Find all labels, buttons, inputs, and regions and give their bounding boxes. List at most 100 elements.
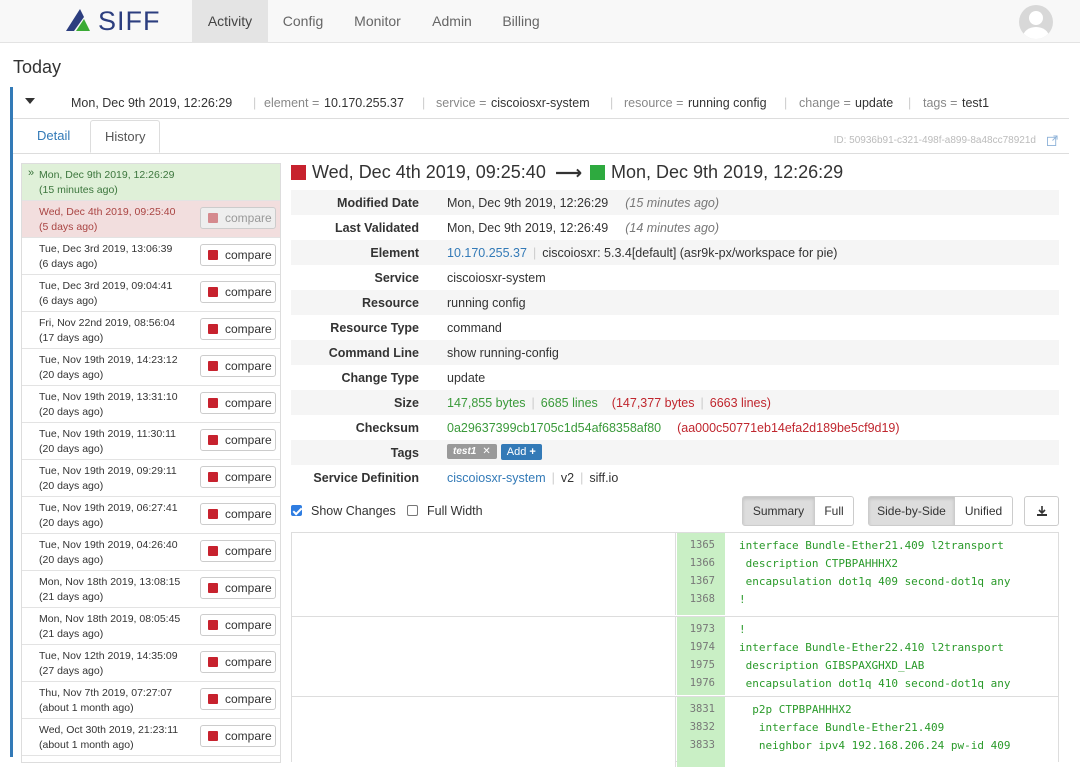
side-by-side-button[interactable]: Side-by-Side [868,496,955,526]
diff-line-text: interface Bundle-Ether21.409 l2transport [739,539,1004,552]
history-row[interactable]: » Mon, Dec 9th 2019, 12:26:29 (15 minutes … [22,164,280,201]
download-button[interactable] [1024,496,1059,526]
history-date: Tue, Nov 19th 2019, 11:30:11 [39,428,176,440]
compare-label: compare [225,211,272,225]
nav-admin[interactable]: Admin [418,0,486,43]
detail-label: Service [374,271,419,285]
detail-tags: Tags test1 ✕ Add + [291,440,1059,465]
activity-summary-row[interactable]: Mon, Dec 9th 2019, 12:26:29 | element = … [13,87,1069,119]
full-width-label[interactable]: Full Width [427,504,483,518]
history-row[interactable]: Tue, Nov 19th 2019, 11:30:11 (20 days ago… [22,423,280,460]
detail-command-line: Command Line show running-config [291,340,1059,365]
full-width-checkbox[interactable] [407,505,418,516]
nav-config[interactable]: Config [270,0,336,43]
add-tag-button[interactable]: Add + [500,444,542,460]
history-ago: (20 days ago) [39,480,104,492]
history-row[interactable]: Wed, Dec 4th 2019, 09:25:40 (5 days ago) c… [22,201,280,238]
history-row[interactable]: Tue, Dec 3rd 2019, 09:04:41 (6 days ago) c… [22,275,280,312]
element-link[interactable]: 10.170.255.37 [447,246,527,260]
service-definition-source: siff.io [589,471,619,485]
history-row[interactable]: Tue, Nov 12th 2019, 14:35:09 (27 days ago… [22,645,280,682]
nav-activity[interactable]: Activity [192,0,268,43]
detail-resource: Resource running config [291,290,1059,315]
summary-tags-key: tags = [923,96,958,110]
history-row[interactable]: Wed, Oct 30th 2019, 21:23:11 (about 1 mon… [22,719,280,756]
unified-button[interactable]: Unified [954,496,1013,526]
history-ago: (20 days ago) [39,443,104,455]
remove-tag-icon[interactable]: ✕ [482,446,490,457]
diff-line-number: 1974 [689,641,715,653]
diff-line-text: description GIBSPAXGHXD_LAB [739,659,925,672]
compare-from-date: Wed, Dec 4th 2019, 09:25:40 [312,161,546,182]
summary-separator: | [422,96,426,110]
compare-button[interactable]: compare [200,318,276,340]
history-row[interactable]: Tue, Nov 19th 2019, 13:31:10 (20 days ago… [22,386,280,423]
history-row[interactable]: Tue, Nov 19th 2019, 04:26:40 (20 days ago… [22,534,280,571]
compare-button[interactable]: compare [200,651,276,673]
siff-logo[interactable]: SIFF [66,6,161,36]
detail-checksum: Checksum 0a29637399cb1705c1d54af68358af8… [291,415,1059,440]
tab-detail[interactable]: Detail [23,120,84,153]
detail-label: Resource Type [330,321,419,335]
compare-label: compare [225,396,272,410]
compare-button[interactable]: compare [200,392,276,414]
detail-last-validated: Last Validated Mon, Dec 9th 2019, 12:26:… [291,215,1059,240]
size-lines: 6685 lines [540,396,598,410]
diff-view: 1365 interface Bundle-Ether21.409 l2trans… [291,532,1059,767]
history-row[interactable]: Mon, Nov 18th 2019, 13:08:15 (21 days ago… [22,571,280,608]
arrow-right-icon: ⟶ [555,163,583,184]
history-row[interactable]: Tue, Dec 3rd 2019, 13:06:39 (6 days ago) c… [22,238,280,275]
compare-button[interactable]: compare [200,503,276,525]
history-ago: (17 days ago) [39,332,104,344]
compare-label: compare [225,729,272,743]
compare-button[interactable]: compare [200,244,276,266]
service-definition-link[interactable]: ciscoiosxr-system [447,471,546,485]
tab-history[interactable]: History [90,120,161,153]
diff-line-text: p2p CTPBPAHHHX2 [739,703,852,716]
nav-billing[interactable]: Billing [490,0,552,43]
compare-label: compare [225,692,272,706]
compare-button[interactable]: compare [200,281,276,303]
history-row[interactable]: Thu, Nov 7th 2019, 07:27:07 (about 1 mont… [22,682,280,719]
history-ago: (20 days ago) [39,517,104,529]
detail-label: Resource [362,296,419,310]
external-link-icon[interactable] [1047,135,1058,146]
compare-button[interactable]: compare [200,614,276,636]
history-date: Mon, Nov 18th 2019, 08:05:45 [39,613,181,625]
detail-size: Size 147,855 bytes | 6685 lines (147,377 by… [291,390,1059,415]
history-row[interactable]: Fri, Nov 22nd 2019, 08:56:04 (17 days ago… [22,312,280,349]
compare-button[interactable]: compare [200,725,276,747]
compare-button[interactable]: compare [200,429,276,451]
compare-label: compare [225,285,272,299]
history-ago: (20 days ago) [39,406,104,418]
compare-swatch-icon [208,546,218,556]
history-row[interactable]: Tue, Nov 19th 2019, 09:29:11 (20 days ago… [22,460,280,497]
compare-label: compare [225,544,272,558]
checksum-value: 0a29637399cb1705c1d54af68358af80 [447,421,662,435]
history-date: Fri, Nov 22nd 2019, 08:56:04 [39,317,176,329]
compare-button[interactable]: compare [200,466,276,488]
history-row[interactable]: Tue, Nov 19th 2019, 14:23:12 (20 days ago… [22,349,280,386]
compare-button[interactable]: compare [200,540,276,562]
detail-value: ciscoiosxr-system | v2 | siff.io [447,471,619,485]
collapse-caret-icon[interactable] [25,98,35,104]
summary-button[interactable]: Summary [742,496,815,526]
history-ago: (20 days ago) [39,554,104,566]
compare-button[interactable]: compare [200,577,276,599]
history-row[interactable]: Mon, Nov 18th 2019, 08:05:45 (21 days ago… [22,608,280,645]
full-button[interactable]: Full [814,496,854,526]
show-changes-label[interactable]: Show Changes [311,504,396,518]
summary-change-value: update [855,96,894,110]
detail-value: running config [447,296,526,310]
show-changes-checkbox[interactable] [291,505,302,516]
nav-monitor[interactable]: Monitor [340,0,415,43]
compare-swatch-icon [208,731,218,741]
history-row[interactable]: Tue, Nov 19th 2019, 06:27:41 (20 days ago… [22,497,280,534]
compare-button[interactable]: compare [200,688,276,710]
compare-button[interactable]: compare [200,355,276,377]
diff-line-text: interface Bundle-Ether22.410 l2transport [739,641,1004,654]
compare-label: compare [225,470,272,484]
compare-label: compare [225,581,272,595]
user-avatar[interactable] [1019,5,1053,39]
compare-from: Wed, Dec 4th 2019, 09:25:40 [291,160,546,184]
